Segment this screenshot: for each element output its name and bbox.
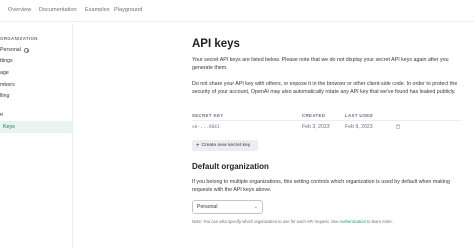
nav-documentation[interactable]: Documentation — [39, 7, 77, 13]
nav-playground[interactable]: Playground — [114, 7, 142, 13]
sidebar-section-organization: ORGANIZATION — [0, 36, 38, 41]
sidebar: ORGANIZATION Personal ttings age mbers l… — [0, 23, 73, 248]
sidebar-item-billing[interactable]: lling — [0, 91, 72, 101]
nav-examples[interactable]: Examples — [85, 7, 110, 13]
sidebar-item-personal[interactable]: Personal — [0, 45, 72, 55]
create-secret-key-label: Create new secret key — [201, 143, 251, 148]
sidebar-item-api-keys[interactable]: Keys — [0, 121, 72, 133]
authentication-link[interactable]: Authentication — [339, 219, 366, 224]
sidebar-item-label: Personal — [0, 47, 21, 53]
organization-note: Note: You can also specify which organiz… — [192, 219, 393, 224]
note-text: Note: You can also specify which organiz… — [192, 219, 340, 224]
column-header-created: CREATED — [302, 113, 326, 118]
sidebar-item-label: age — [0, 70, 9, 76]
sidebar-item-label: lling — [0, 93, 10, 99]
intro-text: Your secret API keys are listed below. P… — [192, 57, 449, 71]
sidebar-item-label: Keys — [3, 124, 15, 130]
sidebar-item-label: ttings — [0, 58, 13, 64]
sidebar-item-label: mbers — [0, 82, 15, 88]
page-title: API keys — [192, 38, 240, 50]
sidebar-item-members[interactable]: mbers — [0, 80, 72, 90]
default-organization-title: Default organization — [192, 162, 269, 171]
sidebar-item-settings[interactable]: ttings — [0, 56, 72, 66]
created-date: Feb 3, 2023 — [302, 124, 330, 130]
nav-overview[interactable]: Overview — [8, 7, 31, 13]
organization-select-value: Personal — [197, 204, 218, 210]
trash-icon[interactable] — [396, 124, 400, 129]
last-used-date: Feb 9, 2023 — [345, 124, 373, 130]
warning-text: Do not share your API key with others, o… — [192, 81, 458, 95]
sidebar-section-user: R — [0, 112, 4, 117]
column-header-secret-key: SECRET KEY — [192, 113, 224, 118]
plus-icon: + — [196, 142, 200, 149]
table-divider — [192, 120, 462, 121]
sidebar-item-usage[interactable]: age — [0, 68, 72, 78]
secret-key-value: sk-...X841 — [192, 125, 220, 130]
note-suffix: to learn more. — [365, 219, 393, 224]
chevron-down-icon: ⌄ — [253, 204, 258, 210]
create-secret-key-button[interactable]: + Create new secret key — [192, 140, 258, 151]
organization-select[interactable]: Personal ⌄ — [192, 200, 263, 214]
default-organization-description: If you belong to multiple organizations,… — [192, 179, 450, 193]
top-navigation: Overview Documentation Examples Playgrou… — [0, 0, 474, 22]
column-header-last-used: LAST USED — [345, 113, 374, 118]
info-icon — [23, 47, 29, 53]
